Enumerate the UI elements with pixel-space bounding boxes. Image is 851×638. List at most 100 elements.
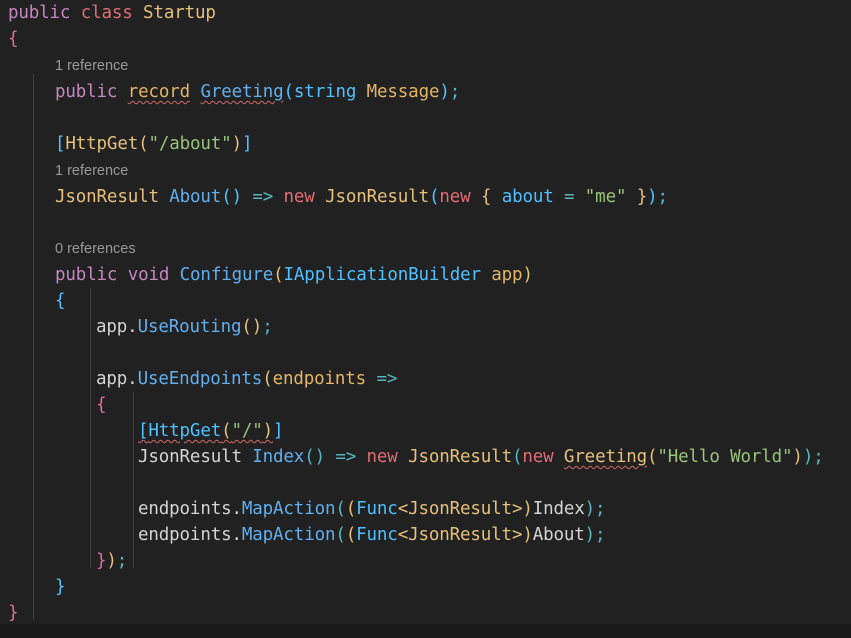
token-semicolon: ; xyxy=(595,499,606,519)
token-dot: . xyxy=(127,369,138,389)
token-paren-close: ) xyxy=(792,447,803,467)
token-paren-open: ( xyxy=(647,447,658,467)
codelens-label[interactable]: 1 reference xyxy=(55,58,128,74)
code-line-21[interactable]: endpoints.MapAction((Func<JsonResult>)Ab… xyxy=(0,522,851,548)
token-type-startup: Startup xyxy=(143,3,216,23)
token-paren-close: ) xyxy=(647,187,658,207)
codelens-label[interactable]: 0 references xyxy=(55,241,136,257)
code-line-17[interactable]: [HttpGet("/")] xyxy=(0,418,851,444)
token-type-greeting: Greeting xyxy=(563,447,647,467)
token-type-jsonresult: JsonResult xyxy=(138,447,242,467)
token-keyword-void: void xyxy=(127,265,170,285)
token-attribute-httpget: HttpGet xyxy=(148,421,222,441)
token-attribute-httpget: HttpGet xyxy=(65,134,139,154)
token-paren-open: ( xyxy=(138,134,149,154)
token-bracket-close: ] xyxy=(273,421,284,441)
token-semicolon: ; xyxy=(595,525,606,545)
token-type-jsonresult: JsonResult xyxy=(408,447,512,467)
token-semicolon: ; xyxy=(657,187,669,207)
token-param-endpoints: endpoints xyxy=(272,369,367,389)
token-keyword-public: public xyxy=(55,82,118,102)
token-brace-open-lambda: { xyxy=(96,395,107,415)
token-brace-close-method: } xyxy=(55,577,66,597)
token-keyword-new: new xyxy=(366,447,398,467)
code-line-11[interactable]: public void Configure(IApplicationBuilde… xyxy=(0,262,851,288)
code-line-2[interactable]: { xyxy=(0,26,851,52)
token-paren-open: ( xyxy=(273,265,284,285)
code-editor[interactable]: public class Startup { 1 reference publi… xyxy=(0,0,851,638)
token-brace-close-class: } xyxy=(8,603,19,623)
token-cast-paren-open: ( xyxy=(345,499,357,519)
token-method-configure: Configure xyxy=(179,265,274,285)
token-semicolon: ; xyxy=(262,317,273,337)
token-dot: . xyxy=(231,525,242,545)
token-paren-open: ( xyxy=(262,369,273,389)
token-paren-open: ( xyxy=(221,421,232,441)
code-line-20[interactable]: endpoints.MapAction((Func<JsonResult>)In… xyxy=(0,496,851,522)
code-line-23[interactable]: }); xyxy=(0,548,851,574)
code-line-13[interactable]: app.UseRouting(); xyxy=(0,314,851,340)
token-string-hello-world: "Hello World" xyxy=(657,447,793,467)
token-paren-close: ) xyxy=(262,421,274,441)
token-angle-open: < xyxy=(397,499,409,519)
token-paren-open: ( xyxy=(511,447,523,467)
status-bar xyxy=(0,624,851,638)
token-type-greeting: Greeting xyxy=(200,82,284,102)
token-string-root-route: "/" xyxy=(231,421,263,441)
code-line-6[interactable]: [HttpGet("/about")] xyxy=(0,131,851,157)
token-type-string: string xyxy=(293,82,357,102)
codelens-label[interactable]: 1 reference xyxy=(55,163,128,179)
token-method-mapaction: MapAction xyxy=(241,499,336,519)
code-line-16[interactable]: { xyxy=(0,392,851,418)
token-paren-close: ) xyxy=(802,447,814,467)
token-dot: . xyxy=(231,499,242,519)
token-arrow: => xyxy=(335,447,357,467)
token-type-iapplicationbuilder: IApplicationBuilder xyxy=(283,265,481,285)
token-ident-about: About xyxy=(532,525,585,545)
code-line-18[interactable]: JsonResult Index() => new JsonResult(new… xyxy=(0,444,851,470)
token-semicolon: ; xyxy=(116,551,128,571)
code-line-8[interactable]: JsonResult About() => new JsonResult(new… xyxy=(0,184,851,210)
token-cast-paren-close: ) xyxy=(522,499,533,519)
token-method-mapaction: MapAction xyxy=(241,525,336,545)
codelens-greeting[interactable]: 1 reference xyxy=(0,55,851,77)
token-paren-close: ) xyxy=(106,551,117,571)
token-ident-index: Index xyxy=(532,499,585,519)
token-paren-close: ) xyxy=(584,525,596,545)
token-paren-close: ) xyxy=(522,265,533,285)
token-cast-paren-open: ( xyxy=(345,525,357,545)
token-angle-close: > xyxy=(511,499,523,519)
code-line-15[interactable]: app.UseEndpoints(endpoints => xyxy=(0,366,851,392)
codelens-configure[interactable]: 0 references xyxy=(0,238,851,260)
token-method-index: Index xyxy=(252,447,305,467)
code-line-4[interactable]: public record Greeting(string Message); xyxy=(0,79,851,105)
code-line-24[interactable]: } xyxy=(0,574,851,600)
token-type-jsonresult: JsonResult xyxy=(408,499,512,519)
code-line-1[interactable]: public class Startup xyxy=(0,0,851,26)
token-method-userouting: UseRouting xyxy=(137,317,242,337)
token-paren-open: ( xyxy=(283,82,295,102)
token-ident-app: app xyxy=(96,317,128,337)
codelens-about[interactable]: 1 reference xyxy=(0,160,851,182)
token-brace-open-method: { xyxy=(55,291,66,311)
code-line-12[interactable]: { xyxy=(0,288,851,314)
token-keyword-new: new xyxy=(283,187,315,207)
token-brace-close-lambda: } xyxy=(96,551,107,571)
token-brace-open: { xyxy=(480,187,492,207)
token-dot: . xyxy=(127,317,138,337)
token-method-about: About xyxy=(169,187,222,207)
code-line-25[interactable]: } xyxy=(0,600,851,626)
token-semicolon: ; xyxy=(449,82,461,102)
token-parens: () xyxy=(221,187,242,207)
